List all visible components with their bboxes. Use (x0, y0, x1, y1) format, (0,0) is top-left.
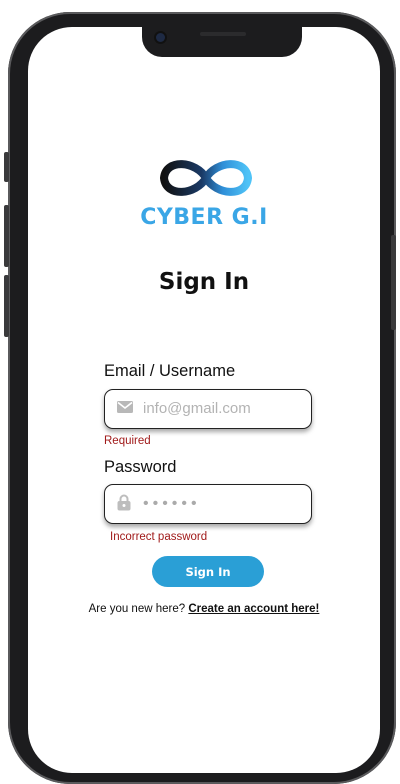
brand-name: CYBER G.I (140, 205, 268, 230)
infinity-icon (159, 160, 253, 196)
email-error: Required (104, 435, 151, 447)
signup-prompt: Are you new here? Create an account here… (28, 603, 380, 615)
create-account-link[interactable]: Create an account here! (188, 603, 319, 615)
front-camera (156, 33, 165, 42)
earpiece-speaker (200, 32, 246, 36)
mute-switch (4, 152, 9, 182)
email-field[interactable] (104, 389, 312, 429)
password-field[interactable] (104, 484, 312, 524)
signup-prompt-text: Are you new here? (88, 603, 186, 615)
phone-screen: CYBER G.I Sign In Email / Username Requi… (28, 27, 380, 773)
page-title: Sign In (158, 269, 250, 295)
notch (142, 27, 302, 57)
password-error: Incorrect password (110, 531, 208, 543)
power-button (391, 235, 396, 330)
lock-icon (117, 494, 131, 511)
password-label: Password (104, 458, 177, 476)
volume-down-button (4, 275, 9, 337)
password-input[interactable] (143, 492, 303, 516)
email-label: Email / Username (104, 362, 236, 380)
email-input[interactable] (143, 396, 303, 420)
sign-in-button[interactable]: Sign In (152, 556, 264, 587)
volume-up-button (4, 205, 9, 267)
envelope-icon (117, 401, 133, 413)
